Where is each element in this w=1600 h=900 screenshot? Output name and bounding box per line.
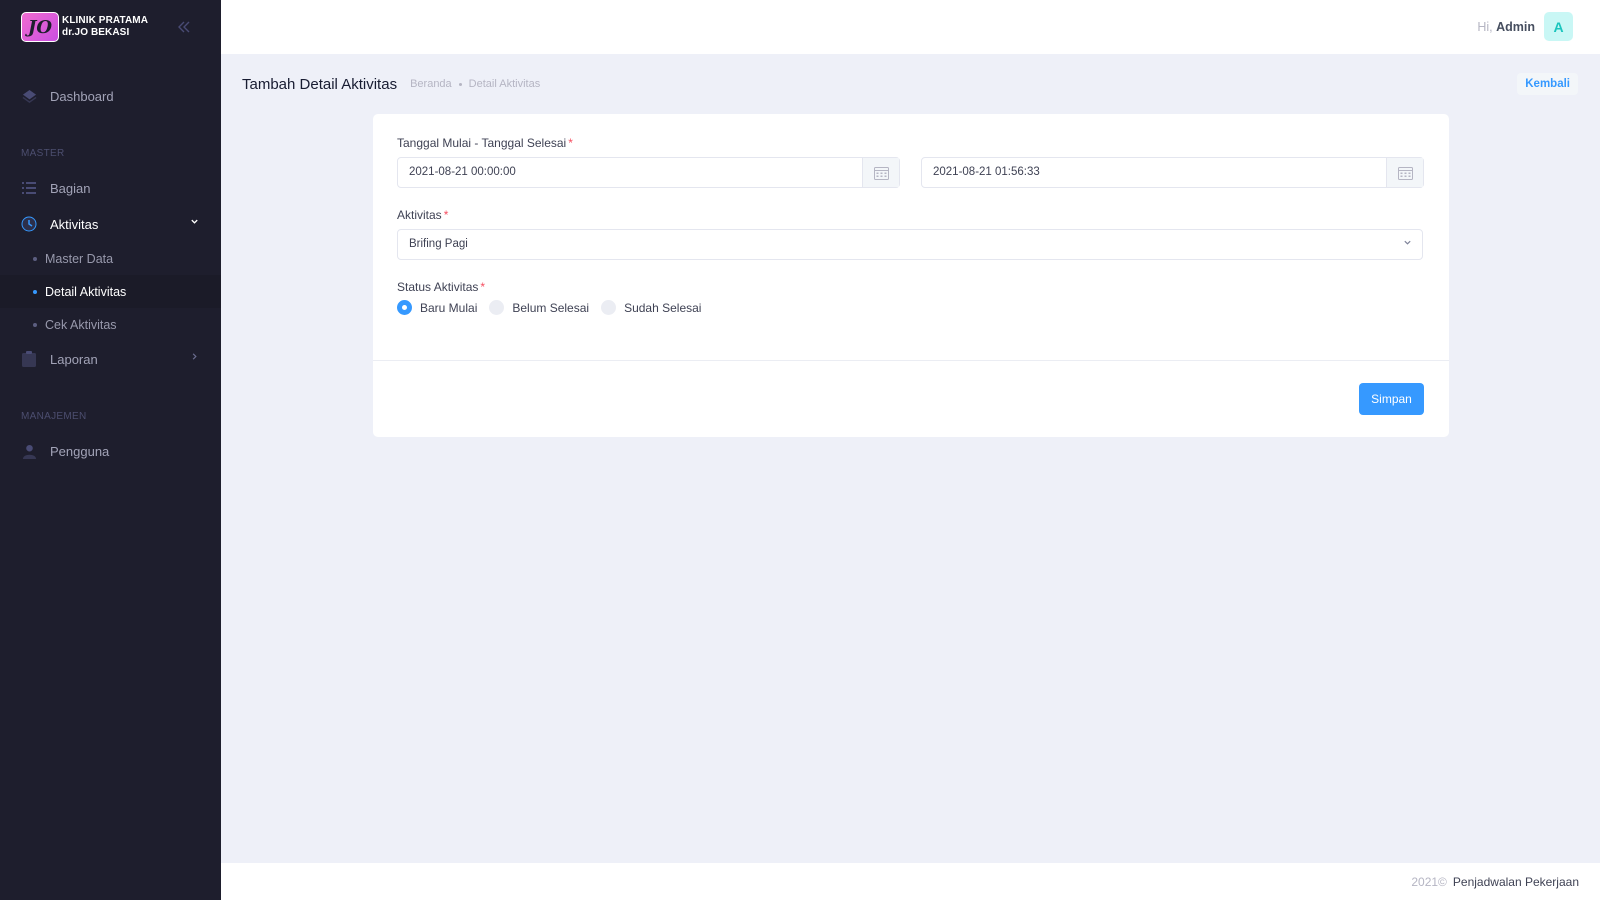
clock-icon <box>21 216 37 232</box>
bullet-icon <box>33 289 37 294</box>
list-icon <box>21 180 37 196</box>
chevron-down-icon <box>1403 230 1412 259</box>
radio-circle[interactable] <box>397 300 412 315</box>
radio-label: Baru Mulai <box>420 300 478 315</box>
status-radio-baru-mulai[interactable]: Baru Mulai <box>397 300 477 315</box>
footer-app-name[interactable]: Penjadwalan Pekerjaan <box>1453 875 1579 889</box>
top-header: Hi, Admin A <box>221 0 1600 54</box>
activity-label-text: Aktivitas <box>397 208 442 222</box>
end-date-field[interactable]: 2021-08-21 01:56:33 <box>921 157 1424 188</box>
clipboard-icon <box>21 351 37 367</box>
date-range-label: Tanggal Mulai - Tanggal Selesai * <box>397 136 573 150</box>
brand-name-line1: KLINIK PRATAMA <box>62 15 149 26</box>
footer: 2021© Penjadwalan Pekerjaan <box>221 863 1600 900</box>
sidebar-item-label: Laporan <box>50 351 98 367</box>
status-label-text: Status Aktivitas <box>397 280 479 294</box>
bullet-icon <box>33 256 37 261</box>
greeting-text: Hi, <box>1477 20 1493 34</box>
status-radio-sudah-selesai[interactable]: Sudah Selesai <box>601 300 701 315</box>
breadcrumb: Beranda Detail Aktivitas <box>410 78 540 90</box>
sidebar-section-manajemen: MANAJEMEN <box>21 411 87 422</box>
card-divider <box>373 360 1449 361</box>
calendar-icon[interactable] <box>862 158 899 187</box>
brand-name-line2: dr.JO BEKASI <box>62 27 130 38</box>
radio-circle[interactable] <box>601 300 617 315</box>
status-label: Status Aktivitas * <box>397 280 485 294</box>
sidebar-item-aktivitas[interactable]: Aktivitas <box>0 206 221 242</box>
sidebar-subitem-label: Cek Aktivitas <box>45 317 117 332</box>
clinic-logo: JO <box>21 12 59 42</box>
footer-year: 2021© <box>1411 875 1447 889</box>
end-date-input[interactable]: 2021-08-21 01:56:33 <box>922 158 1386 187</box>
sidebar-section-master: MASTER <box>21 148 65 159</box>
back-button[interactable]: Kembali <box>1517 73 1578 95</box>
save-button[interactable]: Simpan <box>1359 383 1424 415</box>
sidebar-item-label: Pengguna <box>50 443 110 459</box>
bullet-icon <box>33 322 37 327</box>
activity-select-value: Brifing Pagi <box>409 238 468 250</box>
sidebar-menu: Dashboard MASTER Bagian Aktivitas Master… <box>0 78 221 469</box>
form-card: Tanggal Mulai - Tanggal Selesai * 2021-08… <box>373 114 1449 437</box>
radio-label: Belum Selesai <box>512 300 590 315</box>
layers-icon <box>21 88 37 104</box>
brand-name: KLINIK PRATAMA dr.JO BEKASI <box>62 15 148 39</box>
required-mark: * <box>443 208 449 222</box>
sidebar-subitem-label: Master Data <box>45 251 114 266</box>
sidebar-item-bagian[interactable]: Bagian <box>0 170 221 206</box>
sidebar-collapse-icon[interactable] <box>175 18 193 36</box>
sidebar: JO KLINIK PRATAMA dr.JO BEKASI Dashboard… <box>0 0 221 900</box>
sidebar-subitem-label: Detail Aktivitas <box>45 284 127 299</box>
sidebar-subitem-detail-aktivitas[interactable]: Detail Aktivitas <box>0 275 221 308</box>
calendar-icon[interactable] <box>1386 158 1423 187</box>
sidebar-item-dashboard[interactable]: Dashboard <box>0 78 221 114</box>
sidebar-item-pengguna[interactable]: Pengguna <box>0 433 221 469</box>
activity-label: Aktivitas * <box>397 208 448 222</box>
required-mark: * <box>480 280 486 294</box>
start-date-input[interactable]: 2021-08-21 00:00:00 <box>398 158 862 187</box>
sidebar-item-laporan[interactable]: Laporan <box>0 341 221 377</box>
subheader: Tambah Detail Aktivitas Beranda Detail A… <box>242 74 540 94</box>
user-name: Admin <box>1496 20 1535 34</box>
breadcrumb-separator <box>458 82 462 86</box>
user-greeting[interactable]: Hi, Admin <box>1477 20 1535 34</box>
breadcrumb-item-detail-aktivitas[interactable]: Detail Aktivitas <box>469 78 541 90</box>
page-title: Tambah Detail Aktivitas <box>242 75 398 93</box>
chevron-right-icon <box>190 352 199 364</box>
start-date-field[interactable]: 2021-08-21 00:00:00 <box>397 157 900 188</box>
status-radio-group: Baru Mulai Belum Selesai Sudah Selesai <box>397 300 713 315</box>
user-icon <box>21 443 37 459</box>
avatar[interactable]: A <box>1544 12 1573 41</box>
radio-label: Sudah Selesai <box>624 300 702 315</box>
radio-circle[interactable] <box>489 300 505 315</box>
sidebar-subitem-cek-aktivitas[interactable]: Cek Aktivitas <box>0 308 221 341</box>
footer-text: 2021© Penjadwalan Pekerjaan <box>1411 875 1579 889</box>
breadcrumb-item-beranda[interactable]: Beranda <box>410 78 452 90</box>
chevron-down-icon <box>190 217 199 229</box>
sidebar-item-label: Aktivitas <box>50 216 99 232</box>
status-radio-belum-selesai[interactable]: Belum Selesai <box>489 300 589 315</box>
activity-select[interactable]: Brifing Pagi <box>397 229 1423 260</box>
required-mark: * <box>568 136 573 150</box>
sidebar-item-label: Bagian <box>50 180 91 196</box>
sidebar-subitem-master-data[interactable]: Master Data <box>0 242 221 275</box>
date-range-label-text: Tanggal Mulai - Tanggal Selesai <box>397 136 567 150</box>
sidebar-item-label: Dashboard <box>50 88 114 104</box>
